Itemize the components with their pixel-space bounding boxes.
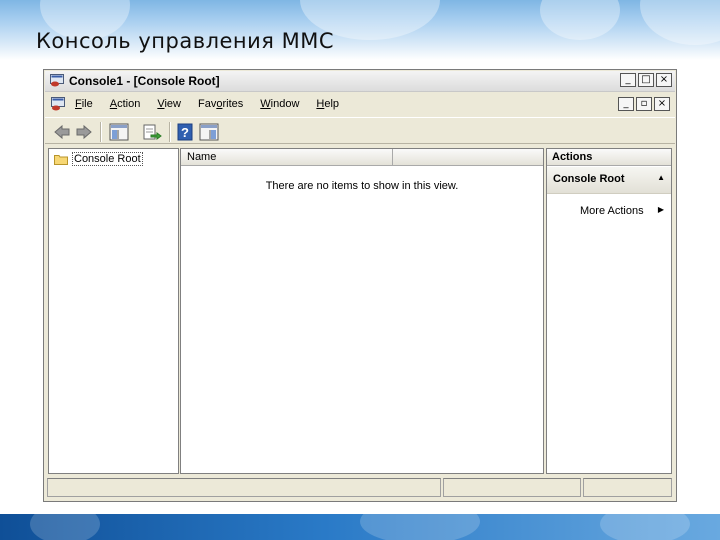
menu-favorites-prefix: Fav xyxy=(198,98,217,110)
menu-action-label: ction xyxy=(117,98,141,110)
tree-item-console-root[interactable]: Console Root xyxy=(54,152,143,166)
menu-help[interactable]: Help xyxy=(316,98,339,110)
child-minimize-button[interactable]: _ xyxy=(618,97,634,111)
maximize-button[interactable]: □ xyxy=(638,73,654,87)
menu-action[interactable]: Action xyxy=(110,98,141,110)
menu-view-label: iew xyxy=(164,98,181,110)
menu-favorites[interactable]: Favorites xyxy=(198,98,243,110)
actions-section-label: Console Root xyxy=(553,173,625,185)
console-document-icon[interactable] xyxy=(51,97,65,111)
actions-pane: Actions Console Root ▲ More Actions ▶ xyxy=(546,148,672,474)
slide-title: Консоль управления MMC xyxy=(36,29,335,53)
menu-window-mnemonic: W xyxy=(260,98,271,110)
toolbar: ? xyxy=(45,117,675,144)
column-header-name[interactable]: Name xyxy=(181,149,393,166)
menu-help-label: elp xyxy=(324,98,340,110)
collapse-up-icon[interactable]: ▲ xyxy=(657,173,665,182)
close-button[interactable]: × xyxy=(656,73,672,87)
menu-file-label: ile xyxy=(81,98,93,110)
results-pane[interactable]: Name There are no items to show in this … xyxy=(180,148,544,474)
mmc-window: Console1 - [Console Root] _ □ × File Act… xyxy=(43,69,677,502)
window-title: Console1 - [Console Root] xyxy=(69,74,220,88)
menu-window[interactable]: Window xyxy=(260,98,299,110)
status-cell-main xyxy=(47,478,441,497)
title-bar[interactable]: Console1 - [Console Root] _ □ × xyxy=(45,71,675,92)
status-cell-right xyxy=(583,478,672,497)
column-header-empty[interactable] xyxy=(393,149,543,166)
folder-icon xyxy=(54,154,68,165)
console-tree-pane[interactable]: Console Root xyxy=(48,148,179,474)
menu-bar: File Action View Favorites Window Help _… xyxy=(45,92,675,116)
slide-footer-band xyxy=(0,514,720,540)
menu-action-mnemonic: A xyxy=(109,98,118,110)
show-hide-tree-icon[interactable] xyxy=(109,123,129,141)
actions-section-console-root[interactable]: Console Root ▲ xyxy=(547,167,671,194)
svg-text:?: ? xyxy=(181,125,189,140)
menu-file[interactable]: File xyxy=(75,98,93,110)
status-cell-middle xyxy=(443,478,581,497)
export-list-icon[interactable] xyxy=(142,123,162,141)
more-actions-link[interactable]: More Actions xyxy=(580,205,644,217)
actions-header: Actions xyxy=(547,149,671,166)
back-arrow-icon[interactable] xyxy=(53,123,71,141)
forward-arrow-icon[interactable] xyxy=(75,123,93,141)
menu-view[interactable]: View xyxy=(157,98,181,110)
menu-favorites-label: rites xyxy=(222,98,244,110)
mmc-app-icon xyxy=(50,74,64,87)
show-hide-action-pane-icon[interactable] xyxy=(199,123,219,141)
menu-window-label: indow xyxy=(270,98,300,110)
child-close-button[interactable]: × xyxy=(654,97,670,111)
toolbar-separator xyxy=(100,122,102,142)
help-icon[interactable]: ? xyxy=(177,123,193,141)
submenu-arrow-icon[interactable]: ▶ xyxy=(658,205,664,214)
tree-item-label: Console Root xyxy=(72,152,143,166)
child-restore-button[interactable]: ▫ xyxy=(636,97,652,111)
minimize-button[interactable]: _ xyxy=(620,73,636,87)
status-bar xyxy=(47,478,674,498)
toolbar-separator xyxy=(169,122,171,142)
empty-list-message: There are no items to show in this view. xyxy=(265,180,459,192)
menu-file-mnemonic: F xyxy=(75,98,82,110)
